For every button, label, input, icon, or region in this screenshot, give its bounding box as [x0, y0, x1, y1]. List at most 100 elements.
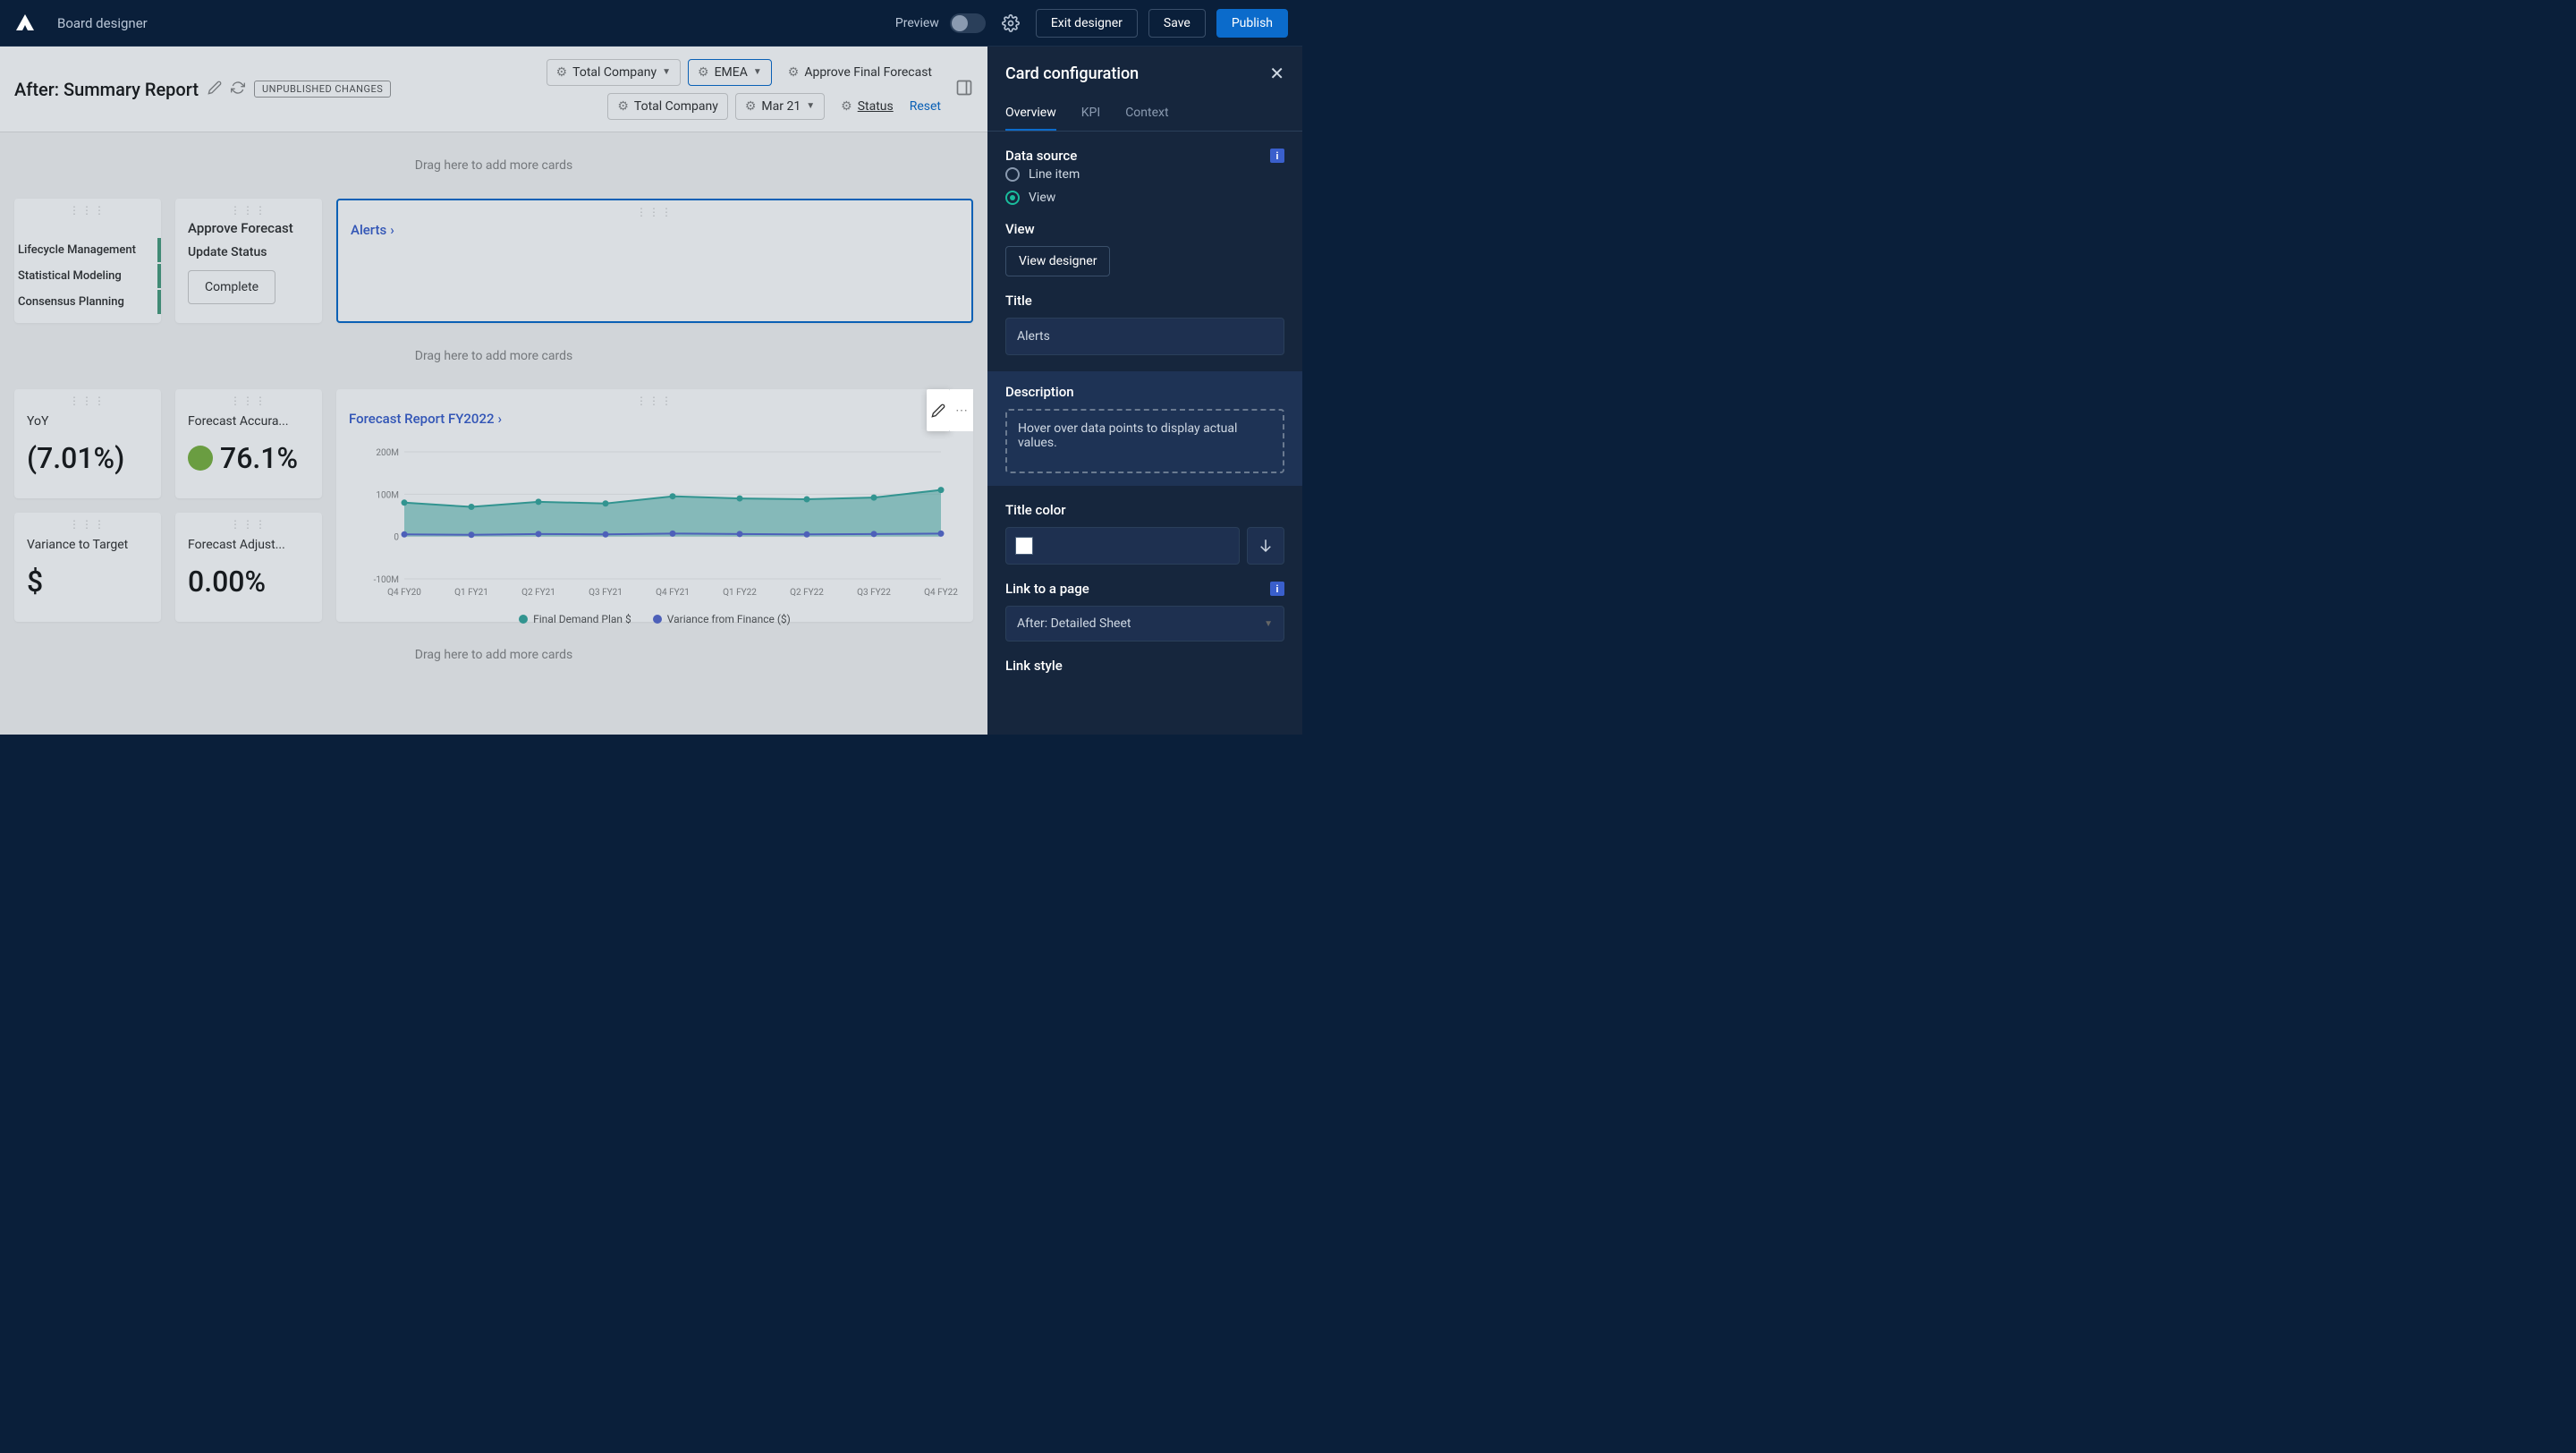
info-icon[interactable]: i: [1270, 582, 1284, 596]
data-source-label: Data source: [1005, 148, 1077, 164]
report-title[interactable]: Forecast Report FY2022 ›: [349, 411, 961, 427]
title-input[interactable]: [1005, 318, 1284, 355]
radio-line-item[interactable]: Line item: [1005, 167, 1284, 182]
gear-icon: ⚙: [788, 65, 800, 80]
filter-total-company-1[interactable]: ⚙ Total Company ▼: [547, 59, 681, 86]
approve-title: Approve Forecast: [188, 220, 309, 236]
svg-text:200M: 200M: [376, 448, 399, 458]
nav-item-statistical[interactable]: Statistical Modeling: [14, 264, 161, 288]
legend-item-2: Variance from Finance ($): [653, 613, 791, 625]
dropzone-mid[interactable]: Drag here to add more cards: [14, 337, 973, 375]
legend-dot-icon: [519, 615, 528, 624]
description-label: Description: [1005, 384, 1284, 400]
chevron-down-icon: ▼: [662, 67, 671, 77]
filter-emea[interactable]: ⚙ EMEA ▼: [688, 59, 772, 86]
svg-text:-100M: -100M: [374, 575, 399, 585]
svg-text:0: 0: [394, 533, 399, 543]
adjustment-value: 0.00%: [188, 565, 309, 599]
close-icon[interactable]: ✕: [1269, 63, 1284, 84]
info-icon[interactable]: i: [1270, 149, 1284, 163]
settings-icon[interactable]: [996, 9, 1025, 38]
title-color-input[interactable]: [1005, 527, 1240, 565]
radio-view[interactable]: View: [1005, 191, 1284, 205]
card-config-panel: Card configuration ✕ Overview KPI Contex…: [987, 47, 1302, 735]
chevron-right-icon: ›: [498, 411, 503, 427]
brand-logo: [14, 13, 36, 34]
accuracy-value: 76.1%: [220, 441, 298, 475]
dropzone-top[interactable]: Drag here to add more cards: [14, 147, 973, 184]
tab-context[interactable]: Context: [1125, 97, 1168, 131]
svg-text:Q1 FY21: Q1 FY21: [454, 588, 488, 598]
link-page-select[interactable]: After: Detailed Sheet ▼: [1005, 606, 1284, 642]
page-title: After: Summary Report: [14, 79, 199, 100]
edit-title-icon[interactable]: [208, 81, 222, 98]
complete-button[interactable]: Complete: [188, 270, 275, 304]
description-input[interactable]: Hover over data points to display actual…: [1005, 409, 1284, 473]
chevron-down-icon: ▼: [753, 67, 762, 77]
alerts-title[interactable]: Alerts ›: [351, 222, 959, 238]
title-color-label: Title color: [1005, 502, 1284, 518]
drag-handle-icon[interactable]: ⋮⋮⋮: [636, 395, 674, 407]
preview-label: Preview: [895, 16, 939, 30]
variance-label: Variance to Target: [27, 538, 148, 552]
view-designer-button[interactable]: View designer: [1005, 246, 1110, 276]
publish-button[interactable]: Publish: [1216, 9, 1288, 38]
canvas-header: After: Summary Report UNPUBLISHED CHANGE…: [0, 47, 987, 132]
edit-card-icon[interactable]: [927, 389, 950, 431]
drag-handle-icon[interactable]: ⋮⋮⋮: [636, 206, 674, 218]
adjustment-card[interactable]: ⋮⋮⋮ Forecast Adjust... 0.00%: [175, 513, 322, 622]
nav-card[interactable]: ⋮⋮⋮ Lifecycle Management Statistical Mod…: [14, 199, 161, 323]
refresh-icon[interactable]: [231, 81, 245, 98]
svg-text:Q2 FY22: Q2 FY22: [790, 588, 824, 598]
approve-forecast-card[interactable]: ⋮⋮⋮ Approve Forecast Update Status Compl…: [175, 199, 322, 323]
svg-text:Q4 FY21: Q4 FY21: [656, 588, 690, 598]
accuracy-label: Forecast Accura...: [188, 414, 309, 429]
update-status-label: Update Status: [188, 245, 309, 259]
alerts-card[interactable]: ⋮⋮⋮ Alerts ›: [336, 199, 973, 323]
title-label: Title: [1005, 293, 1284, 309]
status-dot-icon: [188, 446, 213, 471]
forecast-report-card[interactable]: ⋮⋮⋮ ⋯ Forecast Report FY2022 › -100M0100…: [336, 389, 973, 622]
legend-item-1: Final Demand Plan $: [519, 613, 631, 625]
tab-overview[interactable]: Overview: [1005, 97, 1056, 131]
legend-dot-icon: [653, 615, 662, 624]
chevron-right-icon: ›: [390, 222, 394, 238]
yoy-card[interactable]: ⋮⋮⋮ YoY (7.01%): [14, 389, 161, 498]
yoy-label: YoY: [27, 414, 148, 429]
preview-toggle[interactable]: [950, 13, 986, 33]
save-button[interactable]: Save: [1148, 9, 1206, 38]
unpublished-badge: UNPUBLISHED CHANGES: [254, 81, 391, 98]
reset-link[interactable]: Reset: [910, 99, 941, 114]
gear-icon: ⚙: [617, 99, 629, 114]
drag-handle-icon[interactable]: ⋮⋮⋮: [69, 518, 106, 531]
accuracy-card[interactable]: ⋮⋮⋮ Forecast Accura... 76.1%: [175, 389, 322, 498]
panel-title: Card configuration: [1005, 64, 1139, 83]
forecast-chart: -100M0100M200MQ4 FY20Q1 FY21Q2 FY21Q3 FY…: [349, 443, 961, 604]
svg-text:Q3 FY22: Q3 FY22: [857, 588, 891, 598]
nav-item-consensus[interactable]: Consensus Planning: [14, 290, 161, 314]
filter-total-company-2[interactable]: ⚙ Total Company: [607, 93, 728, 120]
link-page-label: Link to a page: [1005, 581, 1089, 597]
topbar: Board designer Preview Exit designer Sav…: [0, 0, 1302, 47]
drag-handle-icon[interactable]: ⋮⋮⋮: [230, 204, 267, 217]
dropzone-bottom[interactable]: Drag here to add more cards: [14, 636, 973, 674]
panel-collapse-icon[interactable]: [955, 79, 973, 100]
variance-value: $: [27, 565, 148, 599]
drag-handle-icon[interactable]: ⋮⋮⋮: [230, 395, 267, 407]
exit-designer-button[interactable]: Exit designer: [1036, 9, 1138, 38]
chevron-down-icon: ▼: [806, 101, 815, 111]
radio-icon: [1005, 167, 1020, 182]
variance-card[interactable]: ⋮⋮⋮ Variance to Target $: [14, 513, 161, 622]
svg-text:Q3 FY21: Q3 FY21: [589, 588, 623, 598]
filter-mar21[interactable]: ⚙ Mar 21 ▼: [735, 93, 825, 120]
drag-handle-icon[interactable]: ⋮⋮⋮: [69, 395, 106, 407]
filter-approve-forecast[interactable]: ⚙ Approve Final Forecast: [779, 60, 941, 85]
svg-text:Q2 FY21: Q2 FY21: [521, 588, 555, 598]
color-reset-button[interactable]: [1247, 527, 1284, 565]
tab-kpi[interactable]: KPI: [1081, 97, 1100, 131]
drag-handle-icon[interactable]: ⋮⋮⋮: [69, 204, 106, 217]
card-menu-icon[interactable]: ⋯: [950, 389, 973, 431]
filter-status[interactable]: ⚙ Status: [832, 94, 902, 119]
nav-item-lifecycle[interactable]: Lifecycle Management: [14, 238, 161, 262]
drag-handle-icon[interactable]: ⋮⋮⋮: [230, 518, 267, 531]
